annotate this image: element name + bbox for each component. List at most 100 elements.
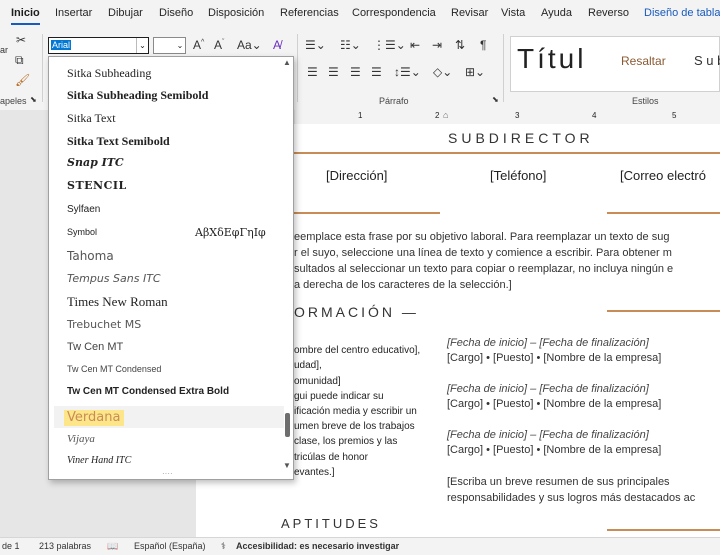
justify-icon[interactable]: ☰ (371, 65, 382, 79)
font-option-tw-cen-mt-condensed-extra-bold[interactable]: Tw Cen MT Condensed Extra Bold (67, 386, 229, 397)
education-text-line[interactable]: udad], (294, 360, 322, 371)
change-case-icon[interactable]: Aa⌄ (237, 38, 262, 52)
scroll-down-icon[interactable]: ▼ (283, 461, 291, 470)
font-option-sitka-subheading-semibold[interactable]: Sitka Subheading Semibold (67, 88, 208, 103)
align-right-icon[interactable]: ☰ (350, 65, 361, 79)
numbering-icon[interactable]: ☷⌄ (340, 38, 361, 52)
tab-ayuda[interactable]: Ayuda (541, 7, 572, 19)
chevron-down-icon[interactable]: ⌄ (175, 38, 185, 53)
language-status[interactable]: Español (España) (134, 541, 206, 551)
education-text-line[interactable]: omunidad] (294, 376, 341, 387)
clipboard-launcher-icon[interactable]: ⬊ (30, 95, 37, 104)
decrease-indent-icon[interactable]: ⇤ (410, 38, 420, 52)
page-count[interactable]: de 1 (2, 541, 20, 551)
font-option-sitka-subheading[interactable]: Sitka Subheading (67, 66, 151, 81)
tab-disposicion[interactable]: Disposición (208, 7, 264, 19)
font-option-tahoma[interactable]: Tahoma (67, 249, 114, 263)
education-text-line[interactable]: evantes.] (294, 467, 335, 478)
education-text-line[interactable]: ificación media y escribir un (294, 406, 417, 417)
tab-dibujar[interactable]: Dibujar (108, 7, 143, 19)
tab-vista[interactable]: Vista (501, 7, 525, 19)
font-name-value[interactable]: Arial (51, 40, 72, 50)
section-heading-aptitudes[interactable]: APTITUDES (281, 516, 381, 531)
paragraph-launcher-icon[interactable]: ⬊ (492, 95, 499, 104)
entry-role[interactable]: [Cargo] • [Puesto] • [Nombre de la empre… (447, 398, 661, 410)
indent-marker-icon[interactable]: ⌂ (443, 110, 448, 120)
format-painter-icon[interactable]: 🖌 (15, 73, 30, 87)
education-text-line[interactable]: gui puede indicar su (294, 391, 384, 402)
paste-label[interactable]: ar (0, 45, 8, 55)
tab-correspondencia[interactable]: Correspondencia (352, 7, 436, 19)
style-subtitle[interactable]: S u b (694, 53, 720, 68)
tab-reverso[interactable]: Reverso (588, 7, 629, 19)
objective-text-line[interactable]: sultados al seleccionar un texto para co… (294, 263, 673, 275)
summary-text-line[interactable]: responsabilidades y sus logros más desta… (447, 492, 695, 504)
proofing-icon[interactable]: 📖 (107, 541, 118, 552)
line-spacing-icon[interactable]: ↕☰⌄ (394, 65, 421, 79)
word-count[interactable]: 213 palabras (39, 541, 91, 551)
tab-inicio[interactable]: Inicio (11, 7, 40, 25)
shrink-font-icon[interactable]: Aˇ (214, 38, 224, 52)
email-field[interactable]: [Correo electró (620, 168, 706, 183)
font-dropdown-list[interactable]: Sitka Subheading Sitka Subheading Semibo… (48, 56, 294, 480)
font-option-sylfaen[interactable]: Sylfaen (67, 204, 100, 215)
resize-grip-icon[interactable]: ···· (162, 469, 173, 478)
objective-text-line[interactable]: r el suyo, seleccione una línea de texto… (294, 247, 672, 259)
scrollbar-thumb[interactable] (285, 413, 290, 437)
entry-role[interactable]: [Cargo] • [Puesto] • [Nombre de la empre… (447, 444, 661, 456)
job-title[interactable]: SUBDIRECTOR (448, 130, 594, 146)
tab-revisar[interactable]: Revisar (451, 7, 488, 19)
entry-role[interactable]: [Cargo] • [Puesto] • [Nombre de la empre… (447, 352, 661, 364)
increase-indent-icon[interactable]: ⇥ (432, 38, 442, 52)
chevron-down-icon[interactable]: ⌄ (136, 38, 148, 53)
education-text-line[interactable]: clase, los premios y las (294, 436, 397, 447)
borders-icon[interactable]: ⊞⌄ (465, 65, 485, 79)
font-option-trebuchet-ms[interactable]: Trebuchet MS (67, 318, 141, 331)
font-option-snap-itc[interactable]: Snap ITC (67, 156, 124, 169)
font-option-verdana[interactable]: Verdana (64, 410, 125, 426)
font-size-combobox[interactable]: ⌄ (153, 37, 186, 54)
tab-diseno-de-tabla[interactable]: Diseño de tabla (644, 7, 720, 19)
phone-field[interactable]: [Teléfono] (490, 168, 546, 183)
entry-dates[interactable]: [Fecha de inicio] – [Fecha de finalizaci… (447, 429, 649, 441)
font-name-combobox[interactable]: Arial ⌄ (48, 37, 149, 54)
address-field[interactable]: [Dirección] (326, 168, 387, 183)
font-option-sitka-text[interactable]: Sitka Text (67, 111, 116, 126)
scroll-up-icon[interactable]: ▲ (283, 58, 291, 67)
education-text-line[interactable]: ombre del centro educativo], (294, 345, 420, 356)
grow-font-icon[interactable]: A^ (193, 38, 204, 52)
font-option-sitka-text-semibold[interactable]: Sitka Text Semibold (67, 134, 170, 149)
style-title[interactable]: Títul (517, 43, 586, 75)
shading-icon[interactable]: ◇⌄ (433, 65, 452, 79)
objective-text-line[interactable]: eemplace esta frase por su objetivo labo… (294, 231, 669, 243)
styles-gallery[interactable]: Títul Resaltar S u b (510, 36, 720, 92)
multilevel-list-icon[interactable]: ⋮☰⌄ (373, 38, 406, 52)
section-heading-formacion[interactable]: ORMACIÓN — (294, 304, 419, 320)
copy-icon[interactable]: ⧉ (15, 53, 24, 68)
bullets-icon[interactable]: ☰⌄ (305, 38, 326, 52)
tab-diseno[interactable]: Diseño (159, 7, 193, 19)
font-option-times-new-roman[interactable]: Times New Roman (67, 294, 168, 310)
font-option-tempus-sans-itc[interactable]: Tempus Sans ITC (67, 272, 161, 285)
education-text-line[interactable]: tricúlas de honor (294, 452, 368, 463)
show-marks-icon[interactable]: ¶ (480, 38, 486, 52)
summary-text-line[interactable]: [Escriba un breve resumen de sus princip… (447, 476, 670, 488)
accessibility-status[interactable]: Accesibilidad: es necesario investigar (236, 541, 399, 551)
sort-icon[interactable]: ⇅ (455, 38, 465, 52)
align-left-icon[interactable]: ☰ (307, 65, 318, 79)
font-option-vijaya[interactable]: Vijaya (67, 433, 95, 445)
education-text-line[interactable]: umen breve de los trabajos (294, 421, 415, 432)
tab-referencias[interactable]: Referencias (280, 7, 339, 19)
align-center-icon[interactable]: ☰ (328, 65, 339, 79)
font-option-stencil[interactable]: STENCIL (67, 179, 127, 192)
font-option-viner-hand-itc[interactable]: Viner Hand ITC (67, 455, 131, 466)
horizontal-ruler[interactable]: 1 2 3 4 5 ⌂ (295, 110, 720, 125)
font-option-tw-cen-mt[interactable]: Tw Cen MT (67, 341, 123, 353)
font-option-tw-cen-mt-condensed[interactable]: Tw Cen MT Condensed (67, 364, 161, 374)
cut-icon[interactable]: ✂ (16, 33, 26, 47)
font-option-symbol[interactable]: Symbol (67, 227, 97, 237)
entry-dates[interactable]: [Fecha de inicio] – [Fecha de finalizaci… (447, 337, 649, 349)
style-highlight[interactable]: Resaltar (621, 54, 666, 68)
tab-insertar[interactable]: Insertar (55, 7, 92, 19)
entry-dates[interactable]: [Fecha de inicio] – [Fecha de finalizaci… (447, 383, 649, 395)
